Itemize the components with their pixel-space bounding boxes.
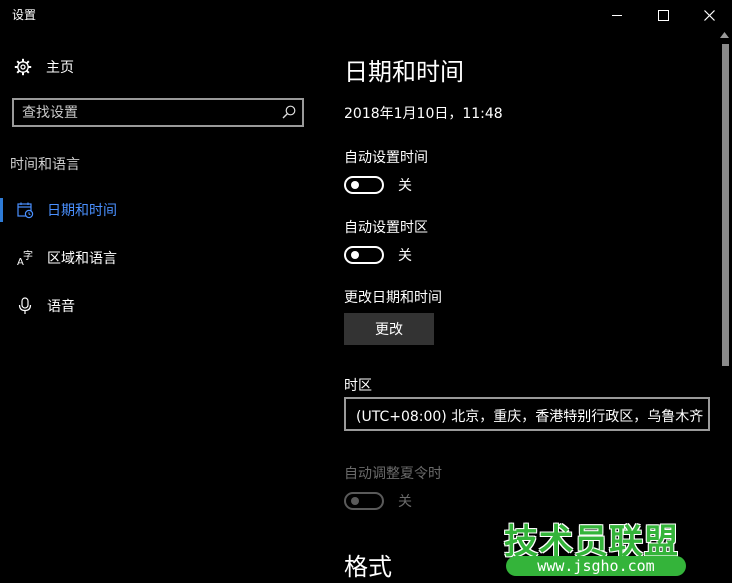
minimize-button[interactable] <box>594 0 640 30</box>
auto-timezone-toggle[interactable] <box>344 246 384 264</box>
title-bar: 设置 <box>0 0 732 30</box>
dst-toggle-row: 关 <box>344 490 412 512</box>
auto-time-label: 自动设置时间 <box>344 150 428 166</box>
dst-label: 自动调整夏令时 <box>344 466 442 482</box>
minimize-icon <box>612 14 622 16</box>
timezone-label: 时区 <box>344 378 372 394</box>
close-button[interactable] <box>686 0 732 30</box>
sidebar-item-region-language[interactable]: A 字 区域和语言 <box>0 238 320 278</box>
scrollbar[interactable] <box>717 30 732 583</box>
gear-icon <box>14 58 32 76</box>
format-heading: 格式 <box>344 553 392 581</box>
window-title: 设置 <box>12 8 37 22</box>
scroll-thumb[interactable] <box>722 44 729 366</box>
sidebar-item-label: 语音 <box>47 299 75 315</box>
watermark-url: www.jsgho.com <box>506 556 686 576</box>
svg-text:字: 字 <box>23 249 33 262</box>
chevron-up-icon[interactable] <box>720 32 729 38</box>
main-content: 日期和时间 2018年1月10日，11:48 自动设置时间 关 自动设置时区 关… <box>344 30 714 583</box>
toggle-knob <box>351 251 359 259</box>
auto-timezone-toggle-row: 关 <box>344 244 412 266</box>
microphone-icon <box>16 297 34 315</box>
change-button[interactable]: 更改 <box>344 313 434 345</box>
sidebar-item-date-time[interactable]: 日期和时间 <box>0 190 320 230</box>
auto-timezone-label: 自动设置时区 <box>344 220 428 236</box>
dst-toggle[interactable] <box>344 492 384 510</box>
section-title: 时间和语言 <box>10 157 80 173</box>
page-title: 日期和时间 <box>344 58 464 86</box>
current-datetime: 2018年1月10日，11:48 <box>344 106 503 122</box>
maximize-icon <box>657 9 669 21</box>
search-input[interactable] <box>22 103 272 123</box>
auto-time-toggle[interactable] <box>344 176 384 194</box>
change-datetime-label: 更改日期和时间 <box>344 290 442 306</box>
sidebar-item-label: 区域和语言 <box>47 251 117 267</box>
toggle-state: 关 <box>398 248 412 264</box>
search-icon[interactable] <box>282 105 296 119</box>
active-indicator <box>0 198 3 222</box>
settings-window: 设置 主页 查找设置 时间和语言 日期和时间 A 字 区域和语言 语音 日期和时… <box>0 0 732 583</box>
language-icon: A 字 <box>16 249 34 267</box>
home-link[interactable]: 主页 <box>14 56 74 78</box>
toggle-knob <box>351 181 359 189</box>
toggle-knob <box>351 497 359 505</box>
sidebar-item-speech[interactable]: 语音 <box>0 286 320 326</box>
sidebar-item-label: 日期和时间 <box>47 203 117 219</box>
auto-time-toggle-row: 关 <box>344 174 412 196</box>
toggle-state: 关 <box>398 178 412 194</box>
sidebar: 主页 时间和语言 日期和时间 <box>0 30 320 583</box>
maximize-button[interactable] <box>640 0 686 30</box>
close-icon <box>703 9 715 21</box>
timezone-value: (UTC+08:00) 北京，重庆，香港特别行政区，乌鲁木齐 <box>356 409 704 425</box>
timezone-dropdown[interactable]: (UTC+08:00) 北京，重庆，香港特别行政区，乌鲁木齐 <box>344 397 710 431</box>
toggle-state: 关 <box>398 494 412 510</box>
search-box[interactable] <box>12 98 304 127</box>
watermark-logo: 技术员联盟 www.jsgho.com <box>498 512 692 578</box>
calendar-clock-icon <box>16 201 34 219</box>
home-label: 主页 <box>46 60 74 76</box>
